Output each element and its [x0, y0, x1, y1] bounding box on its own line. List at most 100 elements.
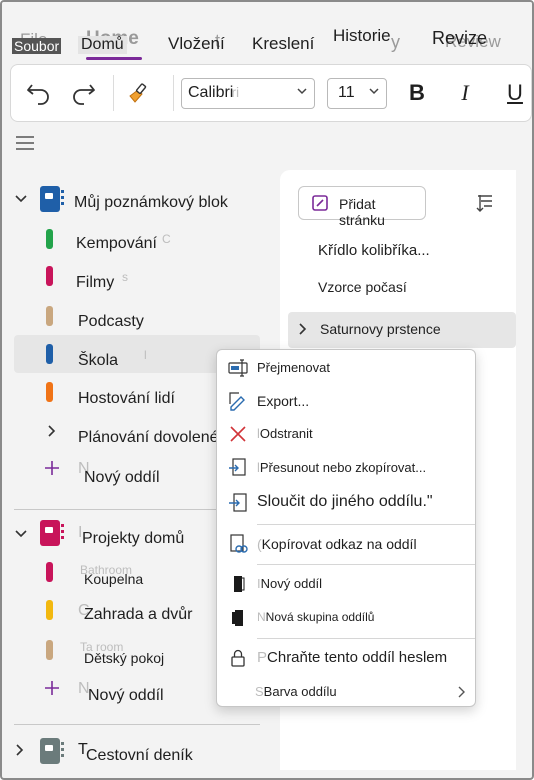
italic-button[interactable]: I [449, 77, 481, 109]
section-color-tab [46, 306, 53, 326]
menu-item-section-color[interactable]: SBarva oddílu [217, 676, 475, 708]
section-group-planovani-dovolene[interactable]: Plánování dovolené [78, 429, 219, 447]
add-page-icon [311, 194, 329, 215]
menu-item-text: Přesunout nebo zkopírovat... [259, 460, 427, 475]
menu-item-new-section-group[interactable]: NNová skupina oddílů [217, 602, 475, 634]
section-ghost-text: C [162, 232, 171, 246]
new-section-icon [227, 573, 249, 595]
tab-revize[interactable]: Revize [432, 28, 487, 49]
tab-domu[interactable]: Domů [78, 36, 127, 54]
page-item[interactable]: Křídlo kolibříka... [318, 242, 430, 259]
font-name-ghost: ri [231, 84, 240, 100]
page-item[interactable]: Saturnovy prstence [320, 321, 441, 337]
menu-item-text: Kopírovat odkaz na oddíl [261, 536, 417, 552]
menu-item-label: Export... [257, 393, 310, 409]
menu-item-label: INový oddíl [257, 576, 322, 591]
tab-vlozeni[interactable]: Vložení [168, 34, 225, 54]
chevron-right-icon [457, 685, 467, 704]
notebook-icon [40, 738, 64, 764]
toolbar-divider [173, 75, 174, 111]
font-name-dropdown[interactable]: Calibriri [181, 78, 315, 109]
menu-item-copy-link[interactable]: (Kopírovat odkaz na oddíl [217, 528, 475, 560]
menu-item-merge[interactable]: Sloučit do jiného oddílu." [217, 487, 475, 519]
new-section-group-icon [227, 607, 249, 629]
chevron-right-icon[interactable] [298, 322, 308, 341]
font-size-value: 11 [338, 84, 355, 101]
menu-item-text: Chraňte tento oddíl heslem [267, 649, 448, 666]
new-section-button[interactable]: Nový oddíl [88, 687, 164, 705]
menu-item-label: Sloučit do jiného oddílu." [257, 493, 433, 510]
undo-icon[interactable] [23, 77, 55, 109]
menu-item-prefix: N [257, 610, 266, 624]
menu-item-delete[interactable]: lOdstranit [217, 418, 475, 450]
notebook-name[interactable]: Cestovní deník [86, 747, 193, 765]
menu-item-password-protect[interactable]: PChraňte tento oddíl heslem [217, 642, 475, 674]
menu-item-text: Odstranit [259, 426, 313, 441]
section-skola[interactable]: Škola [78, 352, 118, 370]
menu-item-move-copy[interactable]: lPřesunout nebo zkopírovat... [217, 452, 475, 484]
move-copy-icon [227, 457, 249, 479]
font-size-dropdown[interactable]: 11 [327, 78, 387, 109]
notebook-divider [14, 724, 260, 725]
tab-historie[interactable]: Historie [333, 26, 391, 46]
page-item[interactable]: Vzorce počasí [318, 279, 407, 295]
export-icon [227, 390, 249, 412]
section-hostovani-lidi[interactable]: Hostování lidí [78, 390, 175, 408]
section-detsky-pokoj[interactable]: Dětský pokoj [84, 650, 164, 666]
section-color-tab [46, 600, 53, 620]
menu-item-text: Nová skupina oddílů [265, 610, 375, 624]
add-page-label: Přidat stránku [339, 196, 385, 228]
section-color-tab [46, 382, 53, 402]
delete-icon [227, 423, 249, 445]
menu-item-export[interactable]: Export... [217, 385, 475, 417]
menu-item-new-section[interactable]: INový oddíl [217, 568, 475, 600]
section-color-tab [46, 266, 53, 286]
menu-item-rename[interactable]: Přejmenovat [217, 352, 475, 384]
redo-icon[interactable] [67, 77, 99, 109]
menu-item-label: lOdstranit [257, 426, 313, 441]
chevron-down-icon[interactable] [14, 527, 28, 546]
format-painter-icon[interactable] [123, 77, 155, 109]
section-zahrada-a-dvur[interactable]: Zahrada a dvůr [84, 606, 193, 624]
new-section-button[interactable]: Nový oddíl [84, 469, 160, 487]
tab-soubor[interactable]: Soubor [12, 38, 62, 54]
navigation-menu-icon[interactable] [14, 134, 36, 157]
add-page-button[interactable]: Přidat stránku [298, 186, 426, 228]
add-icon[interactable] [44, 460, 60, 481]
chevron-down-icon[interactable] [14, 192, 28, 211]
menu-item-label: Přejmenovat [257, 360, 330, 375]
active-tab-indicator [86, 57, 142, 60]
section-filmy[interactable]: Filmy [76, 274, 114, 292]
lock-icon [227, 647, 249, 669]
menu-item-label: (Kopírovat odkaz na oddíl [257, 536, 417, 552]
menu-divider [257, 564, 475, 565]
chevron-right-icon[interactable] [14, 743, 26, 762]
notebook-icon [40, 186, 64, 212]
section-color-tab [46, 344, 53, 364]
menu-item-prefix: S [255, 684, 264, 699]
menu-item-prefix: P [257, 649, 268, 666]
underline-button[interactable]: U [499, 77, 531, 109]
menu-item-label: lPřesunout nebo zkopírovat... [257, 460, 426, 475]
section-koupelna[interactable]: Koupelna [84, 571, 143, 587]
section-ghost-text: s [122, 270, 128, 284]
add-icon[interactable] [44, 680, 60, 701]
menu-item-label: PChraňte tento oddíl heslem [257, 649, 447, 666]
onenote-window: File Soubor Home Domů t Vložení Kreslení… [0, 0, 534, 780]
section-color-tab [46, 640, 53, 660]
chevron-down-icon [368, 84, 380, 102]
tab-kresleni[interactable]: Kreslení [252, 34, 314, 54]
menu-item-text: Nový oddíl [260, 576, 323, 591]
merge-icon [227, 492, 249, 514]
notebook-name[interactable]: Projekty domů [82, 530, 184, 548]
copy-link-icon [227, 533, 249, 555]
bold-button[interactable]: B [401, 77, 433, 109]
section-podcasty[interactable]: Podcasty [78, 313, 144, 331]
chevron-right-icon[interactable] [46, 424, 58, 443]
ribbon-tabs: File Soubor Home Domů t Vložení Kreslení… [2, 2, 532, 64]
menu-divider [257, 524, 475, 525]
sort-icon[interactable] [474, 192, 496, 219]
section-kempovani[interactable]: Kempování [76, 235, 157, 253]
notebook-name[interactable]: Můj poznámkový blok [74, 194, 228, 212]
section-color-tab [46, 562, 53, 582]
